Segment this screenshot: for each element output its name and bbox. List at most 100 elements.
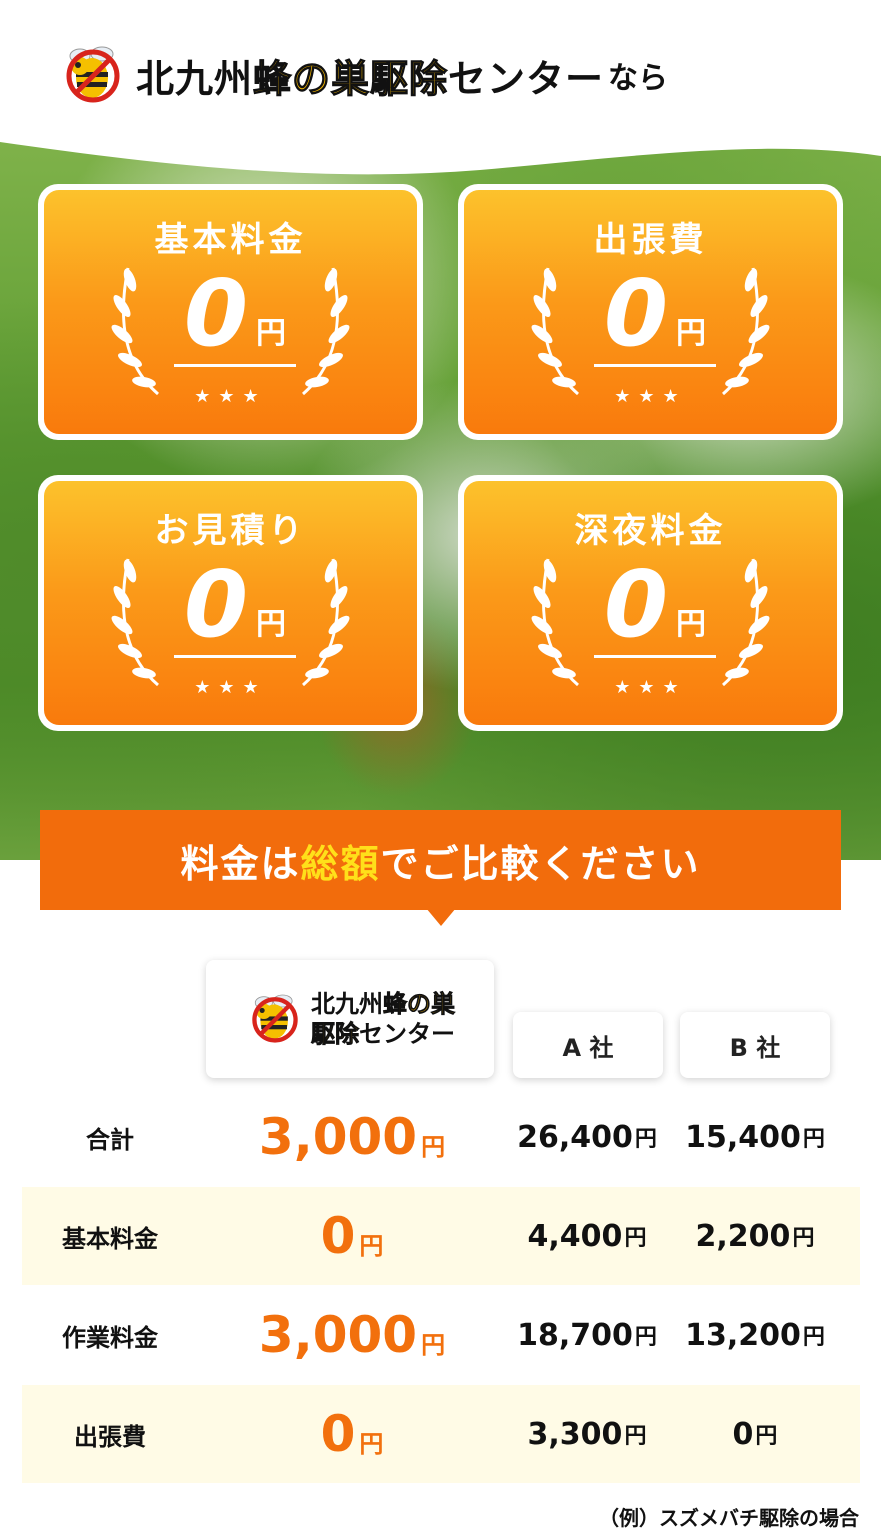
row-ours-price: 0 円 xyxy=(202,1385,502,1483)
table-row: 合計 3,000 円 26,400 円 15,400 円 xyxy=(22,1088,860,1186)
price-card-estimate: お見積り 0 円 ★★★ xyxy=(38,475,423,731)
ours-price-value: 3,000 xyxy=(258,1306,418,1364)
table-row: 作業料金 3,000 円 18,700 円 13,200 円 xyxy=(22,1286,860,1384)
price-card-unit: 円 xyxy=(256,607,286,642)
price-card-body: お見積り 0 円 ★★★ xyxy=(44,481,417,725)
b-price-unit: 円 xyxy=(802,1325,825,1350)
title-accent: 蜂の巣駆除 xyxy=(252,56,449,101)
ours-price-unit: 円 xyxy=(359,1231,384,1260)
price-card-body: 基本料金 0 円 ★★★ xyxy=(44,190,417,434)
laurel-right-icon xyxy=(722,558,770,687)
laurel-right-icon xyxy=(722,267,770,396)
ours-logo-line2-part2: センター xyxy=(359,1020,455,1048)
compare-banner: 料金は 総額 でご比較ください xyxy=(40,810,841,910)
laurel-right-icon xyxy=(302,558,350,687)
b-price-value: 0 xyxy=(732,1416,754,1452)
row-ours-price: 3,000 円 xyxy=(202,1088,502,1186)
price-card-rule xyxy=(174,364,296,367)
ours-logo-line1-part1: 北九州 xyxy=(311,990,383,1018)
star-icons: ★★★ xyxy=(194,677,267,698)
laurel-left-icon xyxy=(111,267,159,396)
banner-text-before: 料金は xyxy=(180,841,301,886)
a-price-unit: 円 xyxy=(634,1127,657,1152)
wave-divider xyxy=(0,128,881,175)
banner-pointer xyxy=(426,908,456,926)
row-label: 合計 xyxy=(86,1125,134,1154)
b-price-value: 2,200 xyxy=(695,1218,791,1254)
price-card-value: 0 xyxy=(604,551,669,658)
price-card-unit: 円 xyxy=(676,607,706,642)
ours-price-value: 3,000 xyxy=(258,1108,418,1166)
ours-price-value: 0 xyxy=(320,1207,356,1265)
no-bee-icon xyxy=(252,994,298,1043)
laurel-left-icon xyxy=(531,267,579,396)
a-price-unit: 円 xyxy=(634,1325,657,1350)
row-ours-price: 3,000 円 xyxy=(202,1286,502,1384)
row-b-price: 2,200 円 xyxy=(680,1187,830,1285)
row-a-price: 18,700 円 xyxy=(512,1286,662,1384)
price-card-body: 出張費 0 円 ★★★ xyxy=(464,190,837,434)
price-card-basic: 基本料金 0 円 ★★★ xyxy=(38,184,423,440)
b-price-value: 15,400 xyxy=(685,1119,801,1155)
title-part1: 北九州 xyxy=(136,56,254,101)
b-price-value: 13,200 xyxy=(685,1317,801,1353)
b-price-unit: 円 xyxy=(755,1424,778,1449)
ours-price-unit: 円 xyxy=(421,1132,446,1161)
row-b-price: 0 円 xyxy=(680,1385,830,1483)
price-card-travel: 出張費 0 円 ★★★ xyxy=(458,184,843,440)
price-card-rule xyxy=(594,655,716,658)
price-card-rule xyxy=(594,364,716,367)
price-card-body: 深夜料金 0 円 ★★★ xyxy=(464,481,837,725)
laurel-right-icon xyxy=(302,267,350,396)
banner-text-after: でご比較ください xyxy=(380,841,701,886)
a-price-value: 4,400 xyxy=(527,1218,623,1254)
header-title-group: 北九州 蜂の巣駆除 センター なら xyxy=(58,30,668,120)
row-a-price: 4,400 円 xyxy=(512,1187,662,1285)
laurel-left-icon xyxy=(531,558,579,687)
no-bee-icon xyxy=(66,46,120,103)
ours-logo-line1-accent: 蜂の巣 xyxy=(383,990,456,1019)
a-price-unit: 円 xyxy=(624,1424,647,1449)
a-price-value: 3,300 xyxy=(527,1416,623,1452)
ours-logo-text: 北九州蜂の巣 駆除センター xyxy=(311,989,456,1049)
ours-price-unit: 円 xyxy=(359,1429,384,1458)
banner-text-accent: 総額 xyxy=(300,841,381,886)
ours-price-unit: 円 xyxy=(421,1330,446,1359)
price-card-value: 0 xyxy=(184,260,249,367)
row-label: 出張費 xyxy=(74,1422,146,1451)
row-b-price: 15,400 円 xyxy=(680,1088,830,1186)
row-label: 基本料金 xyxy=(62,1224,158,1253)
star-icons: ★★★ xyxy=(614,677,687,698)
price-card-value: 0 xyxy=(604,260,669,367)
table-row: 基本料金 0 円 4,400 円 2,200 円 xyxy=(22,1187,860,1285)
title-part2: センター xyxy=(448,56,605,101)
row-a-price: 3,300 円 xyxy=(512,1385,662,1483)
price-card-unit: 円 xyxy=(256,316,286,351)
table-row: 出張費 0 円 3,300 円 0 円 xyxy=(22,1385,860,1483)
laurel-left-icon xyxy=(111,558,159,687)
b-price-unit: 円 xyxy=(802,1127,825,1152)
price-card-value: 0 xyxy=(184,551,249,658)
price-card-label: 深夜料金 xyxy=(574,511,727,551)
row-a-price: 26,400 円 xyxy=(512,1088,662,1186)
company-b-header: B 社 xyxy=(680,1012,830,1078)
ours-price-value: 0 xyxy=(320,1405,356,1463)
row-b-price: 13,200 円 xyxy=(680,1286,830,1384)
price-card-label: 基本料金 xyxy=(154,220,307,260)
row-label: 作業料金 xyxy=(62,1323,158,1352)
row-ours-price: 0 円 xyxy=(202,1187,502,1285)
a-price-unit: 円 xyxy=(624,1226,647,1251)
price-card-label: お見積り xyxy=(154,511,307,551)
b-price-unit: 円 xyxy=(792,1226,815,1251)
price-card-unit: 円 xyxy=(676,316,706,351)
price-card-rule xyxy=(174,655,296,658)
ours-column-header: 北九州蜂の巣 駆除センター xyxy=(206,960,494,1078)
price-card-late-night: 深夜料金 0 円 ★★★ xyxy=(458,475,843,731)
price-card-label: 出張費 xyxy=(593,220,708,260)
a-price-value: 26,400 xyxy=(517,1119,633,1155)
title-suffix: なら xyxy=(608,61,669,96)
company-a-header: A 社 xyxy=(513,1012,663,1078)
a-price-value: 18,700 xyxy=(517,1317,633,1353)
footnote: （例）スズメバチ駆除の場合 xyxy=(599,1506,859,1530)
ours-logo-line2-accent: 駆除 xyxy=(311,1020,360,1049)
